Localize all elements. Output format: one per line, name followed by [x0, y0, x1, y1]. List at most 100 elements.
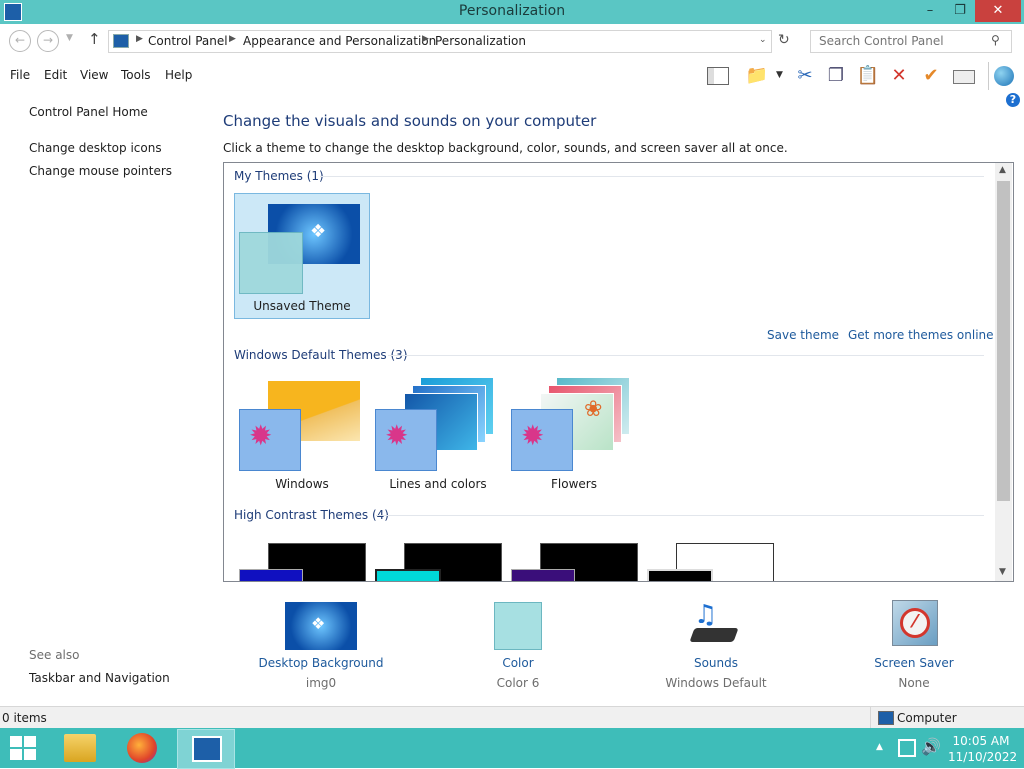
menu-help[interactable]: Help	[165, 68, 192, 82]
save-theme-link[interactable]: Save theme	[767, 328, 839, 342]
theme-lines-and-colors[interactable]: ✹ Lines and colors	[370, 373, 506, 493]
firefox-icon[interactable]	[127, 733, 157, 763]
breadcrumb-personalization[interactable]: Personalization	[435, 34, 526, 48]
keyboard-icon	[689, 628, 739, 642]
sidebar-control-panel-home[interactable]: Control Panel Home	[29, 105, 148, 119]
recent-pages-icon[interactable]: ▼	[66, 33, 73, 43]
theme-label: Lines and colors	[389, 477, 487, 491]
taskbar: ▲ 🔊 10:05 AM 11/10/2022	[0, 728, 1024, 769]
breadcrumb-separator-icon: ▶	[136, 34, 143, 44]
theme-color-swatch	[647, 569, 713, 581]
properties-folder-icon[interactable]: 📁	[745, 64, 769, 88]
screen-saver-link[interactable]: Screen Saver	[834, 656, 994, 670]
checkmark-icon[interactable]: ✔	[919, 64, 943, 88]
flower-icon: ❀	[584, 397, 603, 422]
group-title-high-contrast: High Contrast Themes (4)	[234, 508, 389, 522]
menu-view[interactable]: View	[80, 68, 108, 82]
status-separator	[870, 707, 871, 729]
get-more-themes-link[interactable]: Get more themes online	[848, 328, 994, 342]
refresh-icon[interactable]: ↻	[778, 32, 790, 48]
theme-high-contrast-2[interactable]	[370, 537, 506, 581]
chevron-down-icon[interactable]: ⌄	[759, 35, 767, 45]
theme-label: Windows	[275, 477, 329, 491]
page-description: Click a theme to change the desktop back…	[223, 141, 788, 155]
windows-logo-icon: ❖	[310, 221, 327, 242]
color-palette-icon: ✹	[385, 419, 409, 452]
group-divider	[320, 176, 984, 177]
color-value: Color 6	[496, 676, 540, 690]
screen-saver-setting[interactable]: ⁄ Screen Saver None	[834, 598, 994, 690]
cut-icon[interactable]: ✂	[793, 64, 817, 88]
theme-color-swatch	[239, 232, 303, 294]
theme-high-contrast-white[interactable]	[642, 537, 778, 581]
no-screen-saver-icon: ⁄	[900, 608, 930, 638]
status-bar: 0 items Computer	[0, 706, 1024, 729]
clock-date[interactable]: 11/10/2022	[948, 750, 1017, 764]
group-divider	[376, 515, 984, 516]
scrollbar-thumb[interactable]	[997, 181, 1010, 501]
rename-icon[interactable]	[952, 64, 976, 88]
theme-color-swatch	[375, 569, 441, 581]
copy-icon[interactable]: ❐	[824, 64, 848, 88]
page-title: Change the visuals and sounds on your co…	[223, 112, 597, 130]
search-box[interactable]: ⚲	[810, 30, 1012, 53]
desktop-background-link[interactable]: Desktop Background	[241, 656, 401, 670]
scrollbar[interactable]: ▲ ▼	[995, 163, 1012, 581]
theme-windows[interactable]: ✹ Windows	[234, 373, 370, 493]
theme-flowers[interactable]: ❀ ✹ Flowers	[506, 373, 642, 493]
show-hidden-icons[interactable]: ▲	[876, 742, 883, 752]
network-icon[interactable]	[898, 739, 916, 757]
control-panel-icon	[113, 34, 129, 48]
theme-high-contrast-3[interactable]	[506, 537, 642, 581]
sounds-link[interactable]: Sounds	[636, 656, 796, 670]
windows-logo-icon: ❖	[311, 614, 326, 633]
sidebar-taskbar-navigation[interactable]: Taskbar and Navigation	[29, 671, 170, 685]
up-button[interactable]: ↑	[88, 30, 101, 48]
delete-icon[interactable]: ✕	[887, 64, 911, 88]
globe-icon[interactable]	[992, 64, 1016, 88]
breadcrumb-appearance[interactable]: Appearance and Personalization	[243, 34, 436, 48]
color-link[interactable]: Color	[438, 656, 598, 670]
layout-pane-icon[interactable]	[706, 64, 730, 88]
search-icon[interactable]: ⚲	[991, 33, 1000, 47]
help-icon[interactable]: ?	[1006, 93, 1020, 107]
desktop-background-value: img0	[305, 676, 337, 690]
menu-file[interactable]: File	[10, 68, 30, 82]
window-title: Personalization	[458, 3, 566, 19]
sounds-setting[interactable]: ♫ Sounds Windows Default	[636, 598, 796, 690]
color-setting[interactable]: Color Color 6	[438, 598, 598, 690]
forward-button[interactable]: →	[37, 30, 59, 52]
close-button[interactable]: ✕	[975, 0, 1021, 22]
scroll-down-icon[interactable]: ▼	[999, 567, 1006, 577]
menu-edit[interactable]: Edit	[44, 68, 67, 82]
theme-unsaved[interactable]: ❖ Unsaved Theme	[234, 193, 370, 319]
back-button[interactable]: ←	[9, 30, 31, 52]
address-bar[interactable]: ▶ Control Panel ▶ Appearance and Persona…	[108, 30, 772, 53]
sidebar-change-mouse-pointers[interactable]: Change mouse pointers	[29, 164, 172, 178]
menu-tools[interactable]: Tools	[121, 68, 151, 82]
paste-icon[interactable]: 📋	[856, 64, 880, 88]
control-panel-taskbar-button[interactable]	[177, 729, 235, 769]
computer-icon	[878, 711, 894, 725]
theme-high-contrast-1[interactable]	[234, 537, 370, 581]
control-panel-icon	[192, 736, 222, 762]
chevron-down-icon[interactable]: ▼	[776, 70, 783, 80]
breadcrumb-control-panel[interactable]: Control Panel	[148, 34, 228, 48]
minimize-button[interactable]: –	[915, 0, 945, 22]
file-explorer-icon[interactable]	[64, 734, 96, 762]
group-title-default-themes: Windows Default Themes (3)	[234, 348, 408, 362]
start-button[interactable]	[10, 736, 38, 760]
breadcrumb-separator-icon: ▶	[229, 34, 236, 44]
desktop-background-setting[interactable]: ❖ Desktop Background img0	[241, 598, 401, 690]
maximize-button[interactable]: ❐	[945, 0, 975, 22]
scroll-up-icon[interactable]: ▲	[999, 165, 1006, 175]
search-input[interactable]	[817, 33, 986, 49]
themes-list[interactable]: My Themes (1) ❖ Unsaved Theme Save theme…	[223, 162, 1014, 582]
sidebar-change-desktop-icons[interactable]: Change desktop icons	[29, 141, 162, 155]
screen-saver-value: None	[898, 676, 930, 690]
clock-time[interactable]: 10:05 AM	[948, 734, 1014, 748]
group-divider	[388, 355, 984, 356]
theme-color-swatch	[511, 569, 575, 581]
group-title-my-themes: My Themes (1)	[234, 169, 324, 183]
volume-icon[interactable]: 🔊	[921, 737, 941, 756]
